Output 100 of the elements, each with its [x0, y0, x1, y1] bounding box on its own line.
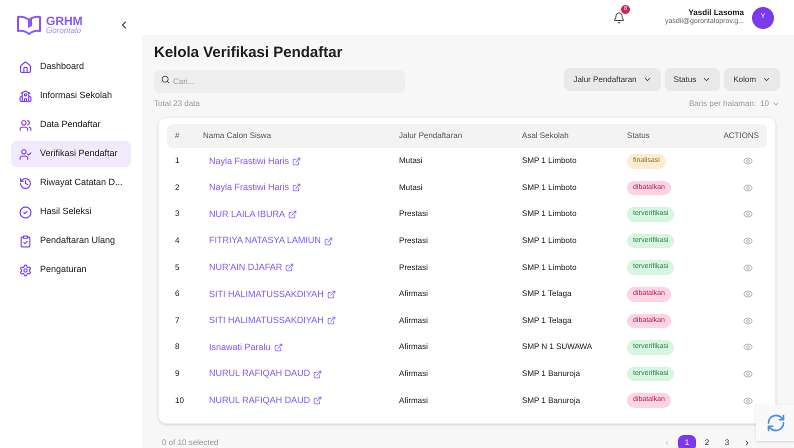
student-name-link[interactable]: Nayla Frastiwi Haris [209, 154, 399, 168]
student-name-link[interactable]: NURUL RAFIQAH DAUD [209, 394, 399, 408]
table-cell-text: SMP 1 Limboto [522, 208, 578, 220]
bell-icon[interactable] [613, 12, 626, 24]
table-cell-text: SMP 1 Banuroja [522, 368, 582, 380]
table-cell-text: Afirmasi [399, 288, 429, 300]
external-link-icon [288, 210, 298, 219]
table-cell-text: Afirmasi [399, 314, 429, 327]
table-cell-text: 7 [175, 314, 180, 327]
view-button[interactable] [743, 342, 753, 352]
view-button[interactable] [743, 289, 753, 300]
chevron-down-icon [642, 75, 652, 84]
table-cell-text: 8 [175, 341, 180, 354]
history-icon [19, 176, 32, 190]
table-cell-text: 1 [175, 155, 180, 168]
page-button[interactable]: 3 [718, 435, 736, 448]
column-header: Status [627, 130, 651, 142]
users-icon [19, 118, 32, 132]
view-button[interactable] [743, 396, 753, 406]
page-button[interactable]: 2 [698, 435, 716, 448]
view-button[interactable] [743, 182, 753, 193]
eye-icon [743, 316, 753, 326]
view-button[interactable] [743, 262, 753, 273]
eye-icon [743, 262, 753, 273]
sidebar-item[interactable]: Dashboard [11, 54, 131, 80]
school-icon [19, 90, 32, 102]
external-link-icon [285, 263, 294, 272]
column-header: ACTIONS [723, 130, 759, 142]
logo-subtitle: Gorontalo [46, 27, 82, 35]
user-name: Yasdil Lasoma [688, 8, 744, 18]
table-cell-text: Prestasi [399, 235, 429, 248]
sidebar-item[interactable]: Data Pendaftar [11, 112, 131, 138]
student-name-link[interactable]: SITI HALIMATUSSAKDIYAH [209, 288, 399, 302]
eye-icon [743, 289, 753, 300]
student-name-link[interactable]: SITI HALIMATUSSAKDIYAH [209, 314, 399, 328]
table-cell-text: Prestasi [399, 208, 429, 220]
external-link-icon [292, 183, 302, 192]
column-header: Asal Sekolah [522, 130, 570, 142]
table-cell-text: Afirmasi [399, 394, 429, 407]
eye-icon [743, 396, 753, 406]
column-header: Nama Calon Siswa [203, 130, 272, 142]
table-cell-text: 10 [175, 394, 185, 407]
sidebar-item[interactable]: Hasil Seleksi [11, 199, 131, 225]
student-name-link[interactable]: NUR LAILA IBURA [209, 208, 399, 222]
view-button[interactable] [743, 369, 753, 380]
view-button[interactable] [743, 156, 753, 166]
student-name-link[interactable]: Isnawati Paralu [209, 340, 399, 354]
eye-icon [743, 182, 753, 193]
user-check-icon [19, 148, 32, 160]
eye-icon [743, 209, 753, 220]
external-link-icon [313, 370, 322, 379]
check-circle-icon [19, 206, 32, 218]
table-cell-text: 5 [175, 262, 180, 274]
view-button[interactable] [743, 209, 753, 220]
student-name-link[interactable]: FITRIYA NATASYA LAMIUN [209, 234, 399, 248]
house-icon [19, 60, 32, 74]
table-cell-text: Afirmasi [399, 368, 429, 380]
settings-icon [19, 264, 32, 276]
table-cell-text: Prestasi [399, 262, 429, 274]
table-cell-text: Afirmasi [399, 341, 429, 354]
table-cell-text: Mutasi [399, 155, 424, 168]
student-name-link[interactable]: Nayla Frastiwi Haris [209, 181, 399, 195]
table-cell-text: 3 [175, 208, 180, 220]
recaptcha-icon [766, 413, 786, 433]
chevron-down-icon [772, 100, 780, 108]
filter-dropdown[interactable]: Kolom [724, 68, 780, 91]
external-link-icon [292, 156, 302, 166]
selection-count: 0 of 10 selected [162, 437, 218, 448]
page-button[interactable]: 1 [678, 435, 696, 448]
student-name-link[interactable]: NUR'AIN DJAFAR [209, 260, 399, 274]
table-cell-text: SMP 1 Limboto [522, 262, 578, 274]
table-cell-text: Mutasi [399, 182, 424, 194]
eye-icon [743, 236, 753, 246]
eye-icon [743, 156, 753, 166]
sidebar-item[interactable]: Pengaturan [11, 257, 131, 283]
external-link-icon [313, 396, 322, 406]
external-link-icon [326, 316, 336, 326]
view-button[interactable] [743, 236, 753, 246]
clipboard-icon [19, 234, 32, 248]
student-name-link[interactable]: NURUL RAFIQAH DAUD [209, 367, 399, 381]
filter-dropdown[interactable]: Status [664, 68, 720, 91]
column-header: # [175, 130, 180, 142]
eye-icon [743, 369, 753, 380]
search-field[interactable]: Cari... [154, 70, 405, 93]
book-logo-icon [16, 14, 42, 36]
sidebar-item[interactable]: Riwayat Catatan D... [11, 170, 131, 196]
filter-dropdown[interactable]: Jalur Pendaftaran [564, 68, 661, 91]
logo-title: GRHM [46, 15, 83, 27]
table-cell-text: SMP 1 Telaga [522, 314, 573, 327]
table-cell-text: SMP 1 Limboto [522, 182, 578, 194]
view-button[interactable] [743, 316, 753, 326]
chevron-down-icon [702, 75, 712, 84]
sidebar-item[interactable]: Verifikasi Pendaftar [11, 141, 131, 167]
sidebar-item[interactable]: Pendaftaran Ulang [11, 228, 131, 254]
page-title: Kelola Verifikasi Pendaftar [154, 43, 344, 62]
chevron-right-icon [743, 439, 751, 447]
table-cell-text: SMP 1 Telaga [522, 288, 573, 300]
chevron-down-icon [762, 75, 771, 84]
eye-icon [743, 342, 753, 352]
sidebar-item[interactable]: Informasi Sekolah [11, 83, 131, 109]
